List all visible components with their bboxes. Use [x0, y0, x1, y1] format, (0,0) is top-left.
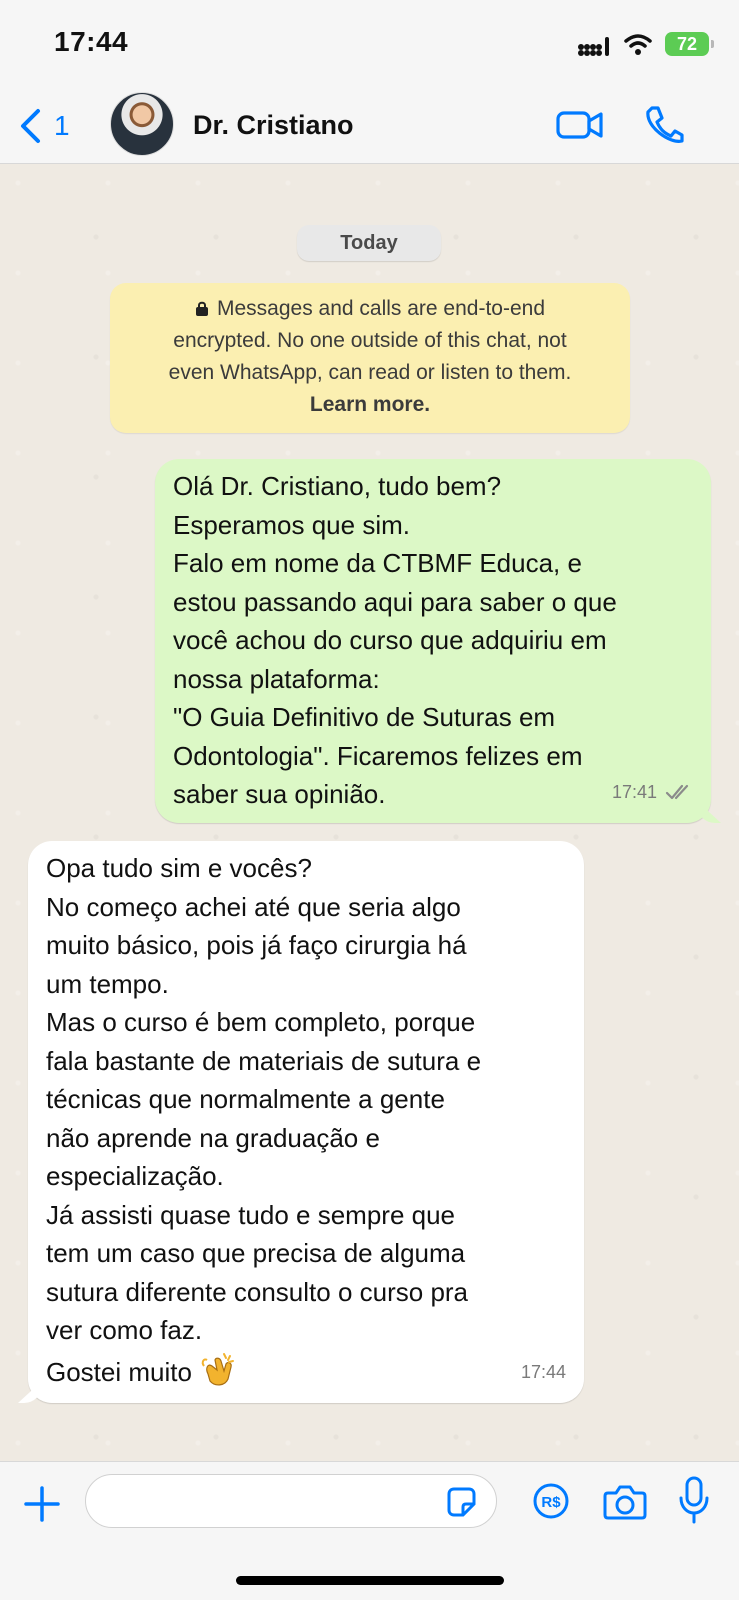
payment-label: R$: [541, 1494, 561, 1511]
message-line: Mas o curso é bem completo, porque: [46, 1007, 476, 1037]
contact-avatar[interactable]: [110, 92, 174, 156]
encryption-notice-line: encrypted. No one outside of this chat, …: [173, 329, 567, 352]
chat-area[interactable]: Today Messages and calls are end-to-end …: [0, 165, 739, 1461]
clapping-hands-icon: [201, 1352, 235, 1385]
home-indicator[interactable]: [236, 1576, 504, 1585]
message-line: "O Guia Definitivo de Suturas em: [173, 702, 556, 732]
message-timestamp: 17:41: [612, 773, 693, 812]
message-line: Gostei muito: [46, 1350, 566, 1392]
microphone-icon[interactable]: [677, 1476, 711, 1524]
message-line: Já assisti quase tudo e sempre que: [46, 1199, 456, 1230]
payment-icon[interactable]: R$: [532, 1482, 570, 1520]
message-line: sutura diferente consulto o curso pra: [46, 1276, 469, 1307]
message-line: tem um caso que precisa de alguma: [46, 1238, 466, 1268]
status-icons: 72: [577, 30, 714, 58]
message-line: Olá Dr. Cristiano, tudo bem?: [173, 471, 502, 501]
double-check-icon: [665, 784, 689, 799]
incoming-message[interactable]: Opa tudo sim e vocês? No começo achei at…: [28, 841, 584, 1403]
signal-icon: [578, 37, 609, 56]
wifi-icon: [624, 34, 652, 55]
message-line: ver como faz.: [46, 1315, 203, 1345]
learn-more-link[interactable]: Learn more.: [128, 389, 612, 421]
message-line: estou passando aqui para saber o que: [173, 586, 617, 617]
encryption-notice-line: even WhatsApp, can read or listen to the…: [168, 361, 572, 384]
encryption-notice[interactable]: Messages and calls are end-to-end encryp…: [110, 283, 630, 433]
status-time: 17:44: [54, 26, 129, 57]
message-line: técnicas que normalmente a gente: [46, 1084, 445, 1114]
outgoing-message[interactable]: Olá Dr. Cristiano, tudo bem? Esperamos q…: [155, 459, 711, 823]
message-line: muito básico, pois já faço cirurgia há: [46, 930, 467, 960]
message-line: Opa tudo sim e vocês?: [46, 853, 312, 883]
message-line: um tempo.: [46, 968, 169, 999]
battery-percent: 72: [676, 33, 698, 54]
status-bar: 17:44 72: [0, 0, 739, 88]
encryption-notice-line: Messages and calls are end-to-end: [128, 293, 612, 325]
composer-bar: R$: [0, 1461, 739, 1600]
message-line: fala bastante de materiais de sutura e: [46, 1045, 482, 1076]
back-chevron-icon: [21, 109, 40, 143]
lock-icon: [195, 301, 208, 316]
message-line: Esperamos que sim.: [173, 509, 410, 540]
message-line: não aprende na graduação e: [46, 1122, 380, 1153]
message-line: Falo em nome da CTBMF Educa, e: [173, 548, 582, 578]
battery-icon: 72: [665, 32, 714, 56]
phone-call-icon[interactable]: [642, 104, 684, 146]
message-timestamp: 17:44: [520, 1361, 566, 1382]
plus-icon[interactable]: [22, 1484, 62, 1524]
contact-name[interactable]: Dr. Cristiano: [193, 110, 354, 141]
message-line: especialização.: [46, 1161, 224, 1191]
video-call-icon[interactable]: [555, 106, 605, 144]
back-button[interactable]: 1: [18, 104, 70, 148]
message-input[interactable]: [85, 1474, 497, 1528]
sticker-icon[interactable]: [444, 1485, 478, 1519]
message-line: No começo achei até que seria algo: [46, 891, 461, 922]
chat-header: 1 Dr. Cristiano: [0, 88, 739, 164]
camera-icon[interactable]: [603, 1482, 647, 1522]
unread-count: 1: [54, 110, 70, 141]
message-line: você achou do curso que adquiriu em: [173, 625, 607, 655]
message-line: nossa plataforma:: [173, 663, 380, 694]
message-line: Odontologia". Ficaremos felizes em: [173, 740, 583, 771]
date-separator: Today: [297, 225, 441, 261]
